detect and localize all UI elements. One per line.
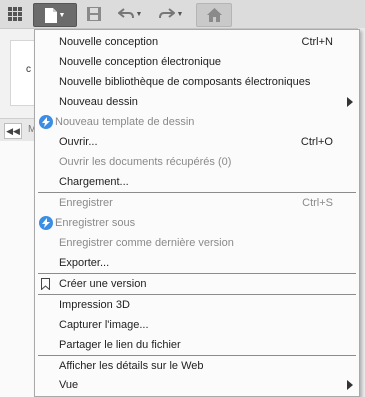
menu-item-new-electronic-design[interactable]: Nouvelle conception électronique	[35, 52, 359, 72]
undo-icon	[117, 8, 134, 19]
menu-item-label: Nouveau dessin	[59, 96, 138, 108]
menu-item-3d-print[interactable]: Impression 3D	[35, 295, 359, 315]
save-button[interactable]	[83, 3, 105, 25]
chevron-down-icon: ▼	[135, 10, 143, 18]
menu-item-save-as-latest[interactable]: Enregistrer comme dernière version	[35, 233, 359, 253]
menu-item-label: Vue	[59, 379, 79, 391]
menu-item-label: Nouvelle conception électronique	[59, 56, 222, 68]
menu-item-share-link[interactable]: Partager le lien du fichier	[35, 335, 359, 355]
chevron-down-icon: ▼	[176, 10, 184, 18]
menu-item-open[interactable]: Ouvrir... Ctrl+O	[35, 132, 359, 152]
menu-item-label: Chargement...	[59, 176, 129, 188]
menu-item-label: Afficher les détails sur le Web	[59, 360, 204, 372]
home-button[interactable]	[196, 3, 232, 27]
menu-item-view-details-web[interactable]: Afficher les détails sur le Web	[35, 356, 359, 376]
menu-item-label: Exporter...	[59, 257, 110, 269]
menu-item-export[interactable]: Exporter...	[35, 253, 359, 273]
menu-item-save-as[interactable]: Enregistrer sous	[35, 213, 359, 233]
menu-item-label: Enregistrer	[59, 197, 113, 209]
menu-item-label: Nouveau template de dessin	[55, 116, 195, 128]
app-grid-icon[interactable]	[4, 3, 26, 25]
menu-item-shortcut: Ctrl+O	[300, 136, 333, 148]
menu-item-label: Enregistrer sous	[55, 217, 136, 229]
menu-item-view[interactable]: Vue	[35, 375, 359, 395]
upgrade-badge-icon	[39, 115, 53, 129]
file-icon	[44, 7, 57, 23]
submenu-arrow-icon	[347, 380, 353, 390]
menu-item-label: Nouvelle bibliothèque de composants élec…	[59, 76, 311, 88]
file-dropdown-menu: Nouvelle conception Ctrl+N Nouvelle conc…	[34, 29, 360, 397]
quick-access-toolbar: ▼ ▼ ▼	[0, 0, 365, 29]
menu-item-shortcut: Ctrl+S	[302, 197, 333, 209]
menu-item-new-design[interactable]: Nouvelle conception Ctrl+N	[35, 32, 359, 52]
menu-item-create-version[interactable]: Créer une version	[35, 274, 359, 294]
menu-item-label: Ouvrir...	[59, 136, 98, 148]
bookmark-icon	[41, 278, 50, 290]
menu-item-label: Créer une version	[59, 278, 147, 290]
menu-item-capture-image[interactable]: Capturer l'image...	[35, 315, 359, 335]
home-icon	[206, 8, 222, 22]
chevron-down-icon: ▼	[58, 11, 66, 19]
save-icon	[87, 7, 101, 21]
menu-item-new-drawing[interactable]: Nouveau dessin	[35, 92, 359, 112]
menu-item-label: Enregistrer comme dernière version	[59, 237, 234, 249]
menu-item-open-recovered[interactable]: Ouvrir les documents récupérés (0)	[35, 152, 359, 172]
menu-item-upload[interactable]: Chargement...	[35, 172, 359, 192]
menu-item-label: Partager le lien du fichier	[59, 339, 181, 351]
menu-item-save[interactable]: Enregistrer Ctrl+S	[35, 193, 359, 213]
menu-item-label: Ouvrir les documents récupérés (0)	[59, 156, 232, 168]
menu-item-new-electronic-library[interactable]: Nouvelle bibliothèque de composants élec…	[35, 72, 359, 92]
menu-item-label: Impression 3D	[59, 299, 130, 311]
undo-button[interactable]: ▼	[113, 3, 147, 25]
redo-button[interactable]: ▼	[154, 3, 188, 25]
menu-item-label: Capturer l'image...	[59, 319, 149, 331]
submenu-arrow-icon	[347, 97, 353, 107]
background-panel-text: c	[26, 64, 31, 75]
upgrade-badge-icon	[39, 216, 53, 230]
menu-item-new-drawing-template[interactable]: Nouveau template de dessin	[35, 112, 359, 132]
file-menu-button[interactable]: ▼	[33, 3, 77, 27]
menu-item-label: Nouvelle conception	[59, 36, 159, 48]
menu-item-shortcut: Ctrl+N	[301, 36, 333, 48]
collapse-left-icon[interactable]: ◀◀	[4, 123, 22, 139]
redo-icon	[158, 8, 175, 19]
